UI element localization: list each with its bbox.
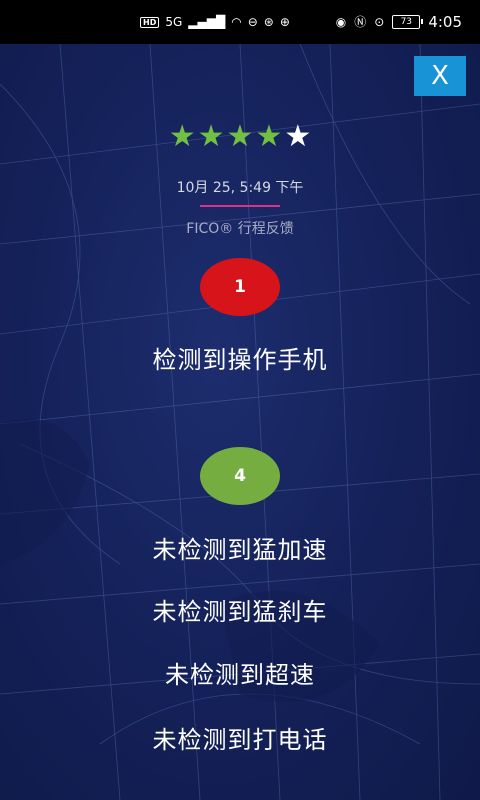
title-divider — [200, 205, 280, 207]
close-button[interactable]: X — [414, 56, 466, 96]
nfc-icon: Ⓝ — [354, 15, 367, 29]
globe-icon: ⊕ — [279, 15, 290, 29]
hd-badge: HD — [140, 16, 160, 28]
eye-icon: ◉ — [335, 15, 347, 29]
not-detected-event: 未检测到超速 — [165, 661, 315, 689]
status-left: HD 5G ▂▄▆█ ◠ ⊖ ⊛ ⊕ — [140, 16, 290, 28]
app-icon-2: ⊛ — [263, 15, 274, 29]
detected-event: 检测到操作手机 — [152, 346, 328, 374]
wifi-icon: ◠ — [231, 15, 242, 29]
close-icon: X — [431, 61, 449, 91]
app-icon: ⊖ — [247, 15, 258, 29]
rating-stars: ★ ★ ★ ★ ★ — [0, 122, 480, 152]
star-filled-icon: ★ — [197, 119, 225, 154]
status-right: ◉ Ⓝ ⊙ 73 4:05 — [336, 13, 462, 31]
feedback-title: FICO® 行程反馈 — [186, 221, 294, 237]
not-detected-event: 未检测到猛刹车 — [152, 598, 328, 626]
not-detected-count-badge: 4 — [200, 447, 280, 505]
signal-icon: ▂▄▆█ — [188, 15, 226, 29]
trip-datetime: 10月 25, 5:49 下午 — [176, 180, 304, 196]
location-icon: ⊙ — [374, 15, 385, 29]
battery-level: 73 — [400, 17, 413, 27]
star-filled-icon: ★ — [226, 119, 254, 154]
network-type: 5G — [165, 15, 183, 29]
star-filled-icon: ★ — [255, 119, 283, 154]
not-detected-event: 未检测到猛加速 — [152, 536, 328, 564]
battery-icon: 73 — [392, 15, 424, 29]
status-bar: HD 5G ▂▄▆█ ◠ ⊖ ⊛ ⊕ ◉ Ⓝ ⊙ 73 4:05 — [0, 0, 480, 44]
status-time: 4:05 — [428, 13, 462, 31]
not-detected-event: 未检测到打电话 — [152, 726, 328, 754]
detected-count-badge: 1 — [200, 258, 280, 316]
star-filled-icon: ★ — [168, 119, 196, 154]
star-empty-icon: ★ — [284, 119, 312, 154]
